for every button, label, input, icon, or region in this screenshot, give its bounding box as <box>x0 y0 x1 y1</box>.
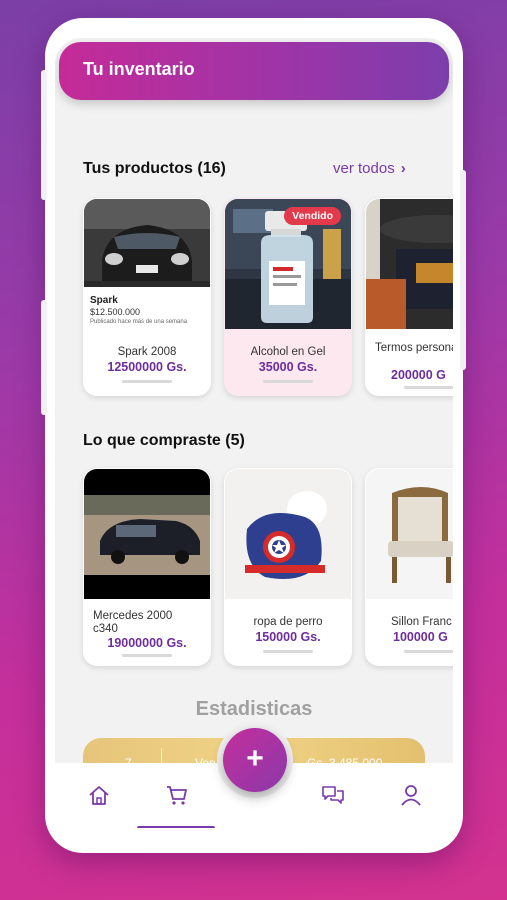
phone-side-button <box>460 170 466 370</box>
purchase-price: 100000 G <box>393 630 448 644</box>
product-name: Spark 2008 <box>117 346 177 358</box>
products-carousel[interactable]: Spark $12.500.000 Publicado hace más de … <box>83 198 453 398</box>
product-photo: Vendido <box>225 199 351 329</box>
product-photo <box>366 199 453 329</box>
purchase-name: Sillon Franc <box>391 616 452 628</box>
chevron-right-icon: › <box>400 160 406 177</box>
product-price: 35000 Gs. <box>258 360 318 374</box>
product-card-sold[interactable]: Vendido Alcohol en Gel 35000 Gs. <box>224 198 352 396</box>
chat-icon[interactable] <box>321 784 345 806</box>
purchase-card[interactable]: Sillon Franc 100000 G <box>365 468 453 666</box>
sold-badge: Vendido <box>284 207 341 225</box>
add-product-button[interactable]: + <box>223 728 287 792</box>
card-divider <box>263 650 313 653</box>
photo-caption-published: Publicado hace más de una semana <box>90 319 188 325</box>
phone-frame: Tu inventario Tus productos (16) ver tod… <box>45 18 463 853</box>
purchase-photo <box>366 469 453 599</box>
product-card[interactable]: Spark $12.500.000 Publicado hace más de … <box>83 198 211 396</box>
card-divider <box>122 654 172 657</box>
purchase-name: Mercedes 2000 c340 <box>93 610 173 635</box>
phone-side-button <box>41 300 47 415</box>
app-header: Tu inventario <box>59 42 449 100</box>
purchase-name: ropa de perro <box>253 616 323 628</box>
stats-section-title: Estadisticas <box>195 698 313 720</box>
purchase-price: 150000 Gs. <box>255 630 321 644</box>
purchase-price: 19000000 Gs. <box>107 636 187 650</box>
page-title: Tu inventario <box>83 59 195 79</box>
photo-caption-title: Spark <box>90 295 118 306</box>
purchase-card[interactable]: Mercedes 2000 c340 19000000 Gs. <box>83 468 211 666</box>
product-price: 200000 G <box>391 368 446 382</box>
card-divider <box>404 386 453 389</box>
product-name: Termos personalizado <box>375 342 453 354</box>
see-all-link[interactable]: ver todos › <box>333 160 406 177</box>
app-screen: Tu inventario Tus productos (16) ver tod… <box>55 38 453 828</box>
photo-caption-price: $12.500.000 <box>90 307 141 317</box>
purchase-photo <box>84 469 210 599</box>
cart-icon[interactable] <box>165 784 189 806</box>
purchase-photo <box>225 469 351 599</box>
home-icon[interactable] <box>87 784 111 806</box>
purchases-section-title: Lo que compraste (5) <box>83 432 245 449</box>
product-card[interactable]: Termos personalizado 200000 G <box>365 198 453 396</box>
phone-side-button <box>41 70 47 200</box>
card-divider <box>263 380 313 383</box>
product-name: Alcohol en Gel <box>250 346 326 358</box>
products-section-title: Tus productos (16) <box>83 160 226 177</box>
product-price: 12500000 Gs. <box>107 360 187 374</box>
card-divider <box>404 650 453 653</box>
active-tab-indicator <box>137 826 215 828</box>
card-divider <box>122 380 172 383</box>
see-all-label: ver todos <box>333 160 395 177</box>
purchase-card[interactable]: ropa de perro 150000 Gs. <box>224 468 352 666</box>
user-icon[interactable] <box>399 784 423 806</box>
purchases-carousel[interactable]: Mercedes 2000 c340 19000000 Gs. ropa de … <box>83 468 453 668</box>
product-photo: Spark $12.500.000 Publicado hace más de … <box>84 199 210 329</box>
